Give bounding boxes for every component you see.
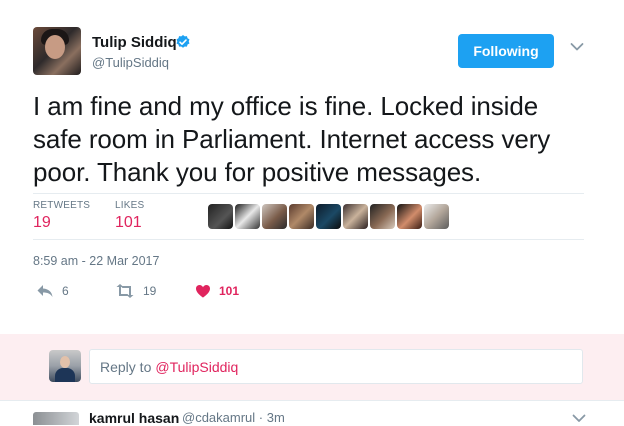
next-tweet-author-name[interactable]: kamrul hasan — [89, 410, 179, 426]
divider — [33, 239, 584, 240]
retweets-count[interactable]: 19 — [33, 214, 51, 232]
tweet-timestamp[interactable]: 8:59 am - 22 Mar 2017 — [33, 254, 159, 268]
retweets-label: RETWEETS — [33, 200, 91, 211]
reply-mention: @TulipSiddiq — [155, 358, 239, 375]
reply-prefix: Reply to — [100, 358, 152, 375]
like-action[interactable]: 101 — [195, 284, 239, 298]
liker-avatar[interactable] — [208, 204, 233, 229]
following-button[interactable]: Following — [458, 34, 554, 68]
current-user-avatar[interactable] — [49, 350, 81, 382]
likes-label: LIKES — [115, 200, 145, 211]
heart-icon — [196, 285, 210, 298]
liker-avatar[interactable] — [343, 204, 368, 229]
author-avatar[interactable] — [33, 27, 81, 75]
verified-badge-icon — [176, 35, 190, 48]
like-count: 101 — [219, 284, 240, 298]
liker-avatar[interactable] — [370, 204, 395, 229]
reply-count: 6 — [62, 284, 69, 298]
retweet-action[interactable]: 19 — [115, 284, 156, 298]
chevron-down-icon[interactable] — [572, 414, 586, 423]
likes-count[interactable]: 101 — [115, 214, 142, 232]
reply-action[interactable]: 6 — [36, 284, 69, 298]
next-tweet-avatar[interactable] — [33, 412, 79, 425]
reply-icon — [37, 285, 53, 297]
liker-avatar[interactable] — [235, 204, 260, 229]
liker-avatar[interactable] — [289, 204, 314, 229]
chevron-down-icon[interactable] — [570, 42, 584, 52]
next-tweet-meta: @cdakamrul · 3m — [182, 410, 285, 425]
author-name[interactable]: Tulip Siddiq — [92, 34, 177, 51]
reply-input[interactable]: Reply to @TulipSiddiq — [89, 349, 583, 384]
liker-avatar[interactable] — [262, 204, 287, 229]
retweet-count: 19 — [143, 284, 157, 298]
author-handle[interactable]: @TulipSiddiq — [92, 55, 169, 70]
tweet-card: Tulip Siddiq @TulipSiddiq Following I am… — [0, 0, 624, 334]
liker-avatar[interactable] — [397, 204, 422, 229]
divider — [33, 193, 584, 194]
liker-avatars — [208, 204, 451, 230]
liker-avatar[interactable] — [316, 204, 341, 229]
liker-avatar[interactable] — [424, 204, 449, 229]
tweet-text: I am fine and my office is fine. Locked … — [33, 91, 551, 187]
retweet-icon — [116, 284, 134, 298]
